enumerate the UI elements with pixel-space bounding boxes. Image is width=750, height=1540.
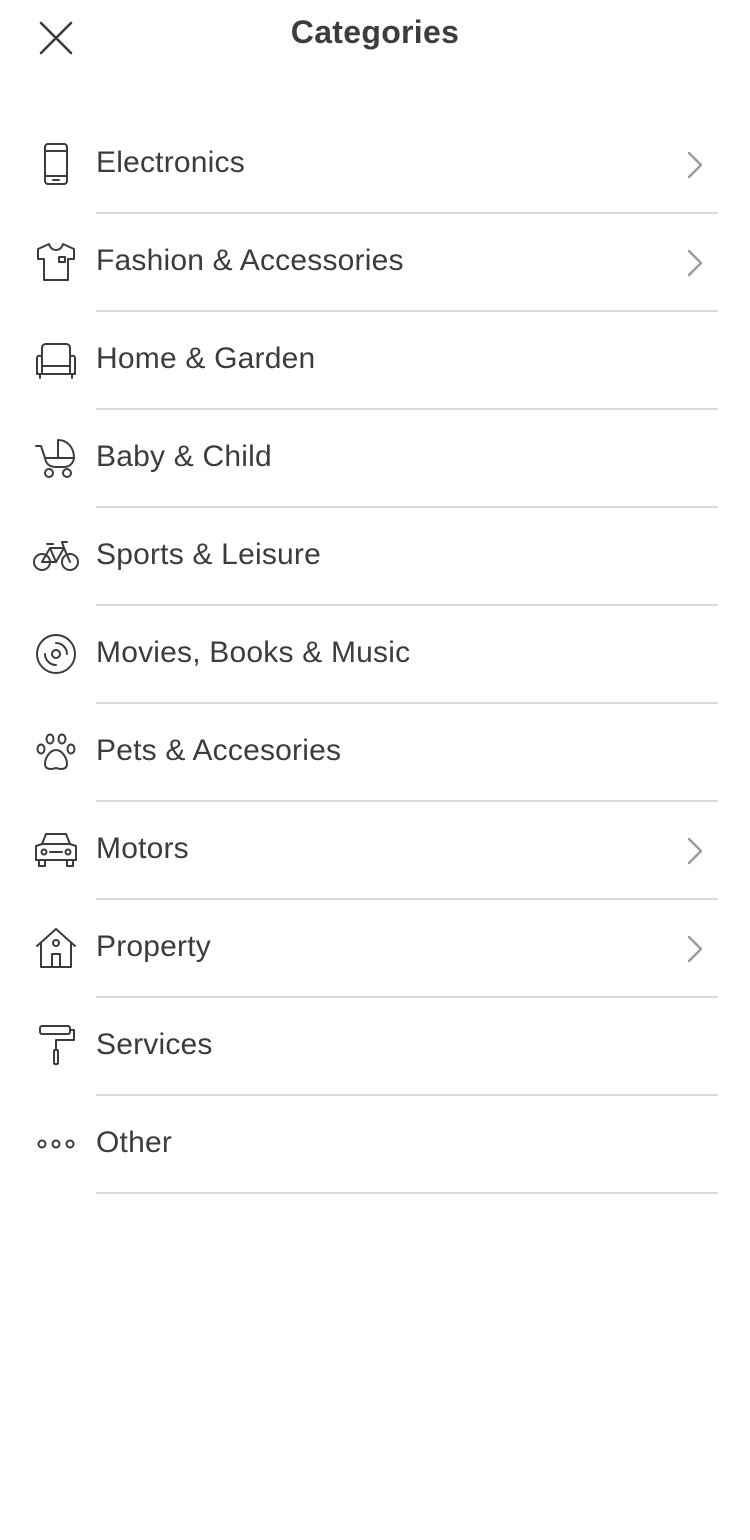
- category-item-property[interactable]: Property: [0, 900, 750, 998]
- category-label: Services: [96, 1028, 213, 1061]
- category-item-services[interactable]: Services: [0, 998, 750, 1096]
- category-label: Home & Garden: [96, 342, 316, 375]
- category-item-electronics[interactable]: Electronics: [0, 116, 750, 214]
- category-item-home-garden[interactable]: Home & Garden: [0, 312, 750, 410]
- category-item-motors[interactable]: Motors: [0, 802, 750, 900]
- divider: [96, 1192, 718, 1194]
- category-label: Pets & Accesories: [96, 734, 342, 767]
- tshirt-icon: [30, 238, 82, 286]
- more-dots-icon: [30, 1120, 82, 1168]
- category-item-pets-accesories[interactable]: Pets & Accesories: [0, 704, 750, 802]
- chevron-right-icon: [680, 148, 710, 182]
- page-title: Categories: [290, 14, 460, 50]
- paint-roller-icon: [30, 1022, 82, 1070]
- category-label: Sports & Leisure: [96, 538, 321, 571]
- house-icon: [30, 924, 82, 972]
- chevron-right-icon: [680, 932, 710, 966]
- category-label: Other: [96, 1126, 173, 1159]
- category-item-fashion-accessories[interactable]: Fashion & Accessories: [0, 214, 750, 312]
- smartphone-icon: [30, 140, 82, 188]
- category-label: Property: [96, 930, 211, 963]
- category-item-movies-books-music[interactable]: Movies, Books & Music: [0, 606, 750, 704]
- category-label: Fashion & Accessories: [96, 244, 404, 277]
- category-label: Motors: [96, 832, 189, 865]
- disc-icon: [30, 630, 82, 678]
- paw-icon: [30, 728, 82, 776]
- category-list: Electronics Fashion & Accessories Home &…: [0, 116, 750, 1194]
- category-item-other[interactable]: Other: [0, 1096, 750, 1194]
- bicycle-icon: [30, 532, 82, 580]
- chevron-right-icon: [680, 246, 710, 280]
- stroller-icon: [30, 434, 82, 482]
- sofa-icon: [30, 336, 82, 384]
- car-icon: [30, 826, 82, 874]
- category-label: Movies, Books & Music: [96, 636, 411, 669]
- category-label: Electronics: [96, 146, 245, 179]
- category-item-sports-leisure[interactable]: Sports & Leisure: [0, 508, 750, 606]
- chevron-right-icon: [680, 834, 710, 868]
- top-bar: Categories: [0, 0, 750, 72]
- category-label: Baby & Child: [96, 440, 272, 473]
- category-item-baby-child[interactable]: Baby & Child: [0, 410, 750, 508]
